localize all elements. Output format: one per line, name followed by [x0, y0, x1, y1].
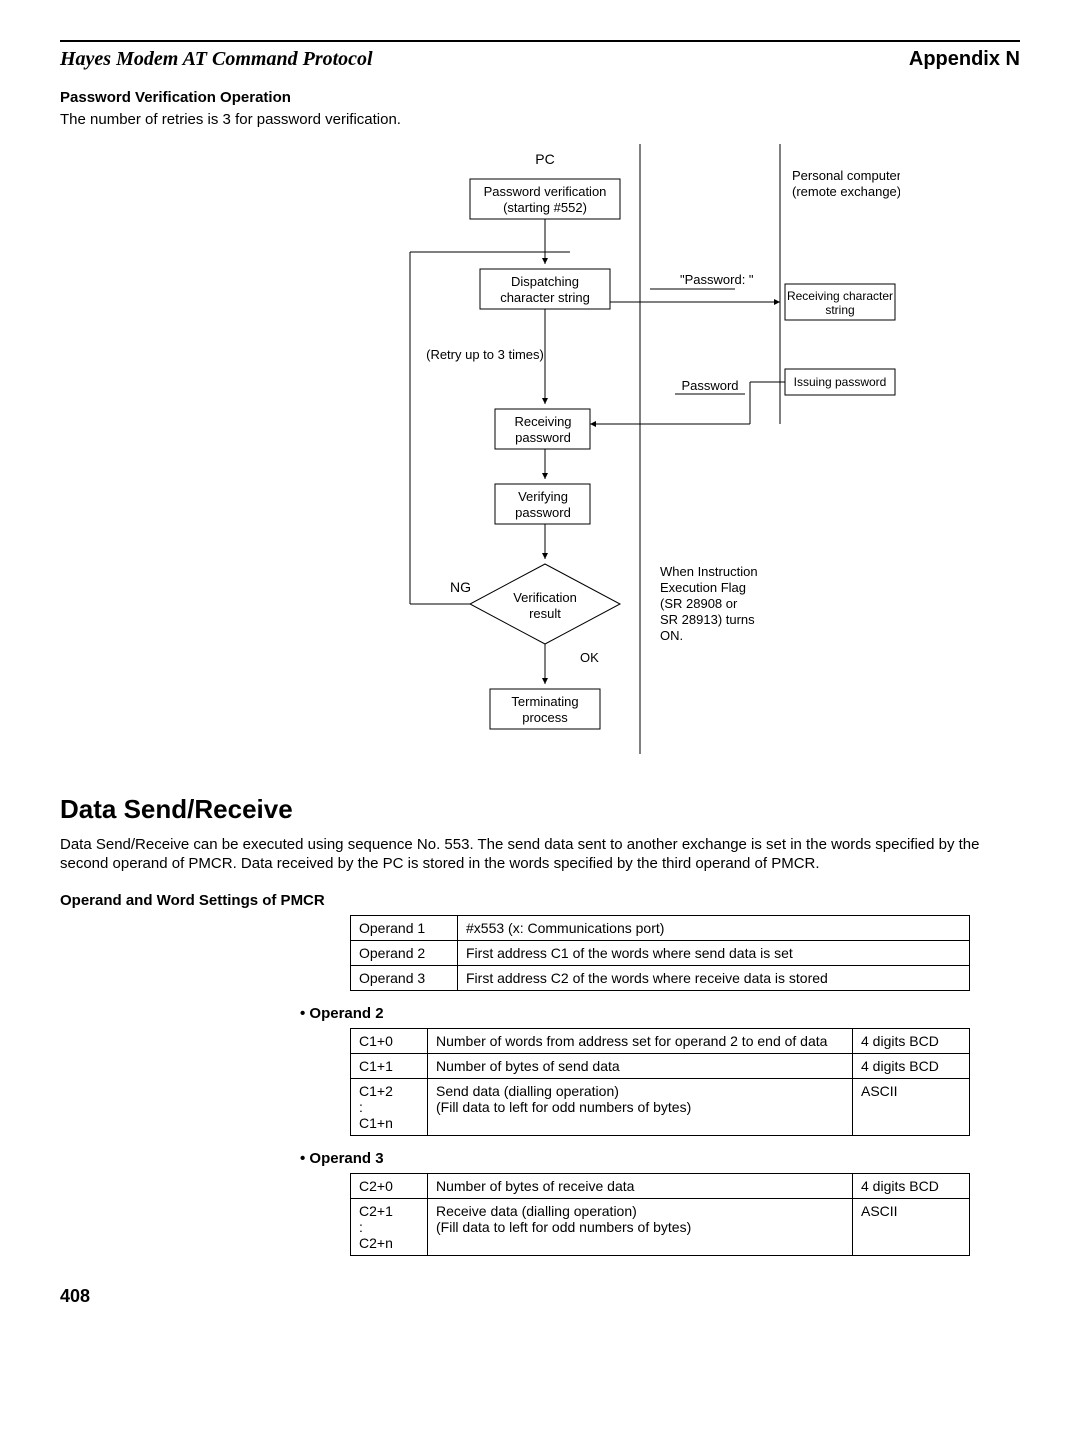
cell: First address C2 of the words where rece…: [458, 965, 970, 990]
dispatch-l2: character string: [500, 290, 590, 305]
verif-l1: Verification: [513, 590, 577, 605]
recvchar-l2: string: [825, 303, 854, 317]
issue-pwd: Issuing password: [794, 375, 887, 389]
cell: Operand 2: [351, 940, 458, 965]
ng-label: NG: [450, 579, 471, 595]
start-l2: (starting #552): [503, 200, 587, 215]
operand-table: Operand 1 #x553 (x: Communications port)…: [350, 915, 970, 991]
remote-l1: Personal computer: [792, 168, 900, 183]
op2-table: C1+0 Number of words from address set fo…: [350, 1028, 970, 1136]
recvchar-l1: Receiving character: [787, 289, 893, 303]
note-l1: When Instruction: [660, 564, 758, 579]
table-row: Operand 2 First address C1 of the words …: [351, 940, 970, 965]
pwd-word: Password: [681, 378, 738, 393]
cell: Number of bytes of receive data: [428, 1173, 853, 1198]
cell: 4 digits BCD: [853, 1028, 970, 1053]
cell: C2+1 : C2+n: [351, 1198, 428, 1255]
cell: C1+2 : C1+n: [351, 1078, 428, 1135]
ok-label: OK: [580, 650, 599, 665]
dsr-body: Data Send/Receive can be executed using …: [60, 835, 1020, 874]
table-row: C1+1 Number of bytes of send data 4 digi…: [351, 1053, 970, 1078]
verify-l2: password: [515, 505, 571, 520]
header-left: Hayes Modem AT Command Protocol: [60, 48, 373, 71]
cell: First address C1 of the words where send…: [458, 940, 970, 965]
cell: Number of words from address set for ope…: [428, 1028, 853, 1053]
tables-block: Operand 1 #x553 (x: Communications port)…: [300, 915, 1020, 1256]
page-number: 408: [60, 1286, 1020, 1307]
table-row: Operand 3 First address C2 of the words …: [351, 965, 970, 990]
table-row: C1+0 Number of words from address set fo…: [351, 1028, 970, 1053]
verif-l2: result: [529, 606, 561, 621]
pwd-title: Password Verification Operation: [60, 89, 1020, 106]
cell: Operand 3: [351, 965, 458, 990]
recv-l1: Receiving: [514, 414, 571, 429]
cell: Send data (dialling operation) (Fill dat…: [428, 1078, 853, 1135]
page-header: Hayes Modem AT Command Protocol Appendix…: [60, 40, 1020, 71]
cell: 4 digits BCD: [853, 1053, 970, 1078]
note-l3: (SR 28908 or: [660, 596, 738, 611]
dispatch-l1: Dispatching: [511, 274, 579, 289]
cell: 4 digits BCD: [853, 1173, 970, 1198]
cell: ASCII: [853, 1198, 970, 1255]
cell: Operand 1: [351, 915, 458, 940]
op2-title: • Operand 2: [300, 1005, 1020, 1022]
table-row: C1+2 : C1+n Send data (dialling operatio…: [351, 1078, 970, 1135]
cell: ASCII: [853, 1078, 970, 1135]
verify-l1: Verifying: [518, 489, 568, 504]
pwd-body: The number of retries is 3 for password …: [60, 110, 1020, 130]
cell: C1+1: [351, 1053, 428, 1078]
header-right: Appendix N: [909, 48, 1020, 71]
flow-diagram: PC Password verification (starting #552)…: [60, 144, 1020, 764]
cell: Receive data (dialling operation) (Fill …: [428, 1198, 853, 1255]
table-row: C2+1 : C2+n Receive data (dialling opera…: [351, 1198, 970, 1255]
cell: Number of bytes of send data: [428, 1053, 853, 1078]
pwd-prompt: "Password: ": [680, 272, 754, 287]
op3-table: C2+0 Number of bytes of receive data 4 d…: [350, 1173, 970, 1256]
note-l2: Execution Flag: [660, 580, 746, 595]
cell: #x553 (x: Communications port): [458, 915, 970, 940]
term-l2: process: [522, 710, 568, 725]
dsr-op-title: Operand and Word Settings of PMCR: [60, 892, 1020, 909]
term-l1: Terminating: [511, 694, 578, 709]
table-row: C2+0 Number of bytes of receive data 4 d…: [351, 1173, 970, 1198]
note-l5: ON.: [660, 628, 683, 643]
start-l1: Password verification: [484, 184, 607, 199]
pc-label: PC: [535, 151, 554, 167]
remote-l2: (remote exchange): [792, 184, 900, 199]
table-row: Operand 1 #x553 (x: Communications port): [351, 915, 970, 940]
retry-text: (Retry up to 3 times): [426, 347, 544, 362]
note-l4: SR 28913) turns: [660, 612, 755, 627]
recv-l2: password: [515, 430, 571, 445]
cell: C2+0: [351, 1173, 428, 1198]
cell: C1+0: [351, 1028, 428, 1053]
op3-title: • Operand 3: [300, 1150, 1020, 1167]
dsr-title: Data Send/Receive: [60, 794, 1020, 825]
